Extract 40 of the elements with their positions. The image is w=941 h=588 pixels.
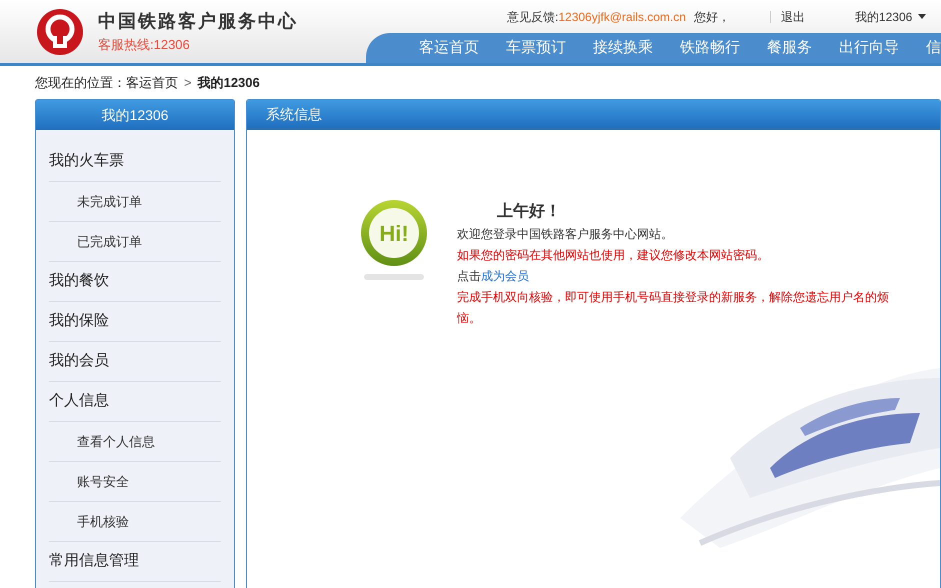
sidebar-item[interactable]: 个人信息 xyxy=(49,382,221,422)
railway-logo-icon xyxy=(36,8,84,56)
nav-link[interactable]: 出行向导 xyxy=(839,36,899,60)
nav-link[interactable]: 车票预订 xyxy=(506,36,566,60)
nav-link[interactable]: 客运首页 xyxy=(419,36,479,60)
nav-link[interactable]: 餐服务 xyxy=(767,36,812,60)
hi-badge: Hi! xyxy=(361,200,427,266)
member-link[interactable]: 成为会员 xyxy=(481,266,529,287)
breadcrumb-label: 您现在的位置： xyxy=(35,74,126,92)
greeting-text: 您好， xyxy=(694,8,730,26)
badge-shadow xyxy=(364,274,424,280)
sidebar-item[interactable]: 我的保险 xyxy=(49,302,221,342)
sidebar-item[interactable]: 已完成订单 xyxy=(49,222,221,262)
sidebar-item[interactable]: 我的会员 xyxy=(49,342,221,382)
logout-link[interactable]: 退出 xyxy=(780,8,805,26)
warning-text: 如果您的密码在其他网站也使用，建议您修改本网站密码。 xyxy=(457,247,770,264)
nav-link[interactable]: 铁路畅行 xyxy=(680,36,740,60)
welcome-text: 欢迎您登录中国铁路客户服务中心网站。 xyxy=(457,226,674,243)
warning-text: 完成手机双向核验，即可使用手机号码直接登录的新服务，解除您遗忘用户名的烦恼。 xyxy=(457,289,890,327)
breadcrumb-link[interactable]: 我的12306 xyxy=(198,72,260,92)
prompt-text: 点击 xyxy=(457,268,481,285)
sidebar-item[interactable]: 查看个人信息 xyxy=(49,422,221,462)
sidebar-title: 我的12306 xyxy=(36,100,234,130)
sidebar-item[interactable]: 我的火车票 xyxy=(49,142,221,182)
my-account-menu[interactable]: 我的12306 xyxy=(854,8,926,26)
sidebar-item[interactable]: 未完成订单 xyxy=(49,182,221,222)
breadcrumb-separator: > xyxy=(184,74,192,92)
breadcrumb-link[interactable]: 客运首页 xyxy=(126,72,178,92)
feedback-label: 意见反馈: xyxy=(507,8,558,26)
nav-link[interactable]: 信 xyxy=(926,36,941,60)
sidebar-item[interactable]: 常用信息管理 xyxy=(49,542,221,582)
caret-icon xyxy=(918,14,926,19)
sidebar-item[interactable]: 我的餐饮 xyxy=(49,262,221,302)
sidebar-item[interactable]: 手机核验 xyxy=(49,502,221,542)
sidebar-item[interactable]: 账号安全 xyxy=(49,462,221,502)
hotline-text: 客服热线:12306 xyxy=(98,36,191,54)
greeting-heading: 上午好！ xyxy=(496,202,562,222)
nav-link[interactable]: 接续换乘 xyxy=(593,36,653,60)
site-title: 中国铁路客户服务中心 xyxy=(98,10,298,34)
panel-title: 系统信息 xyxy=(247,100,940,130)
